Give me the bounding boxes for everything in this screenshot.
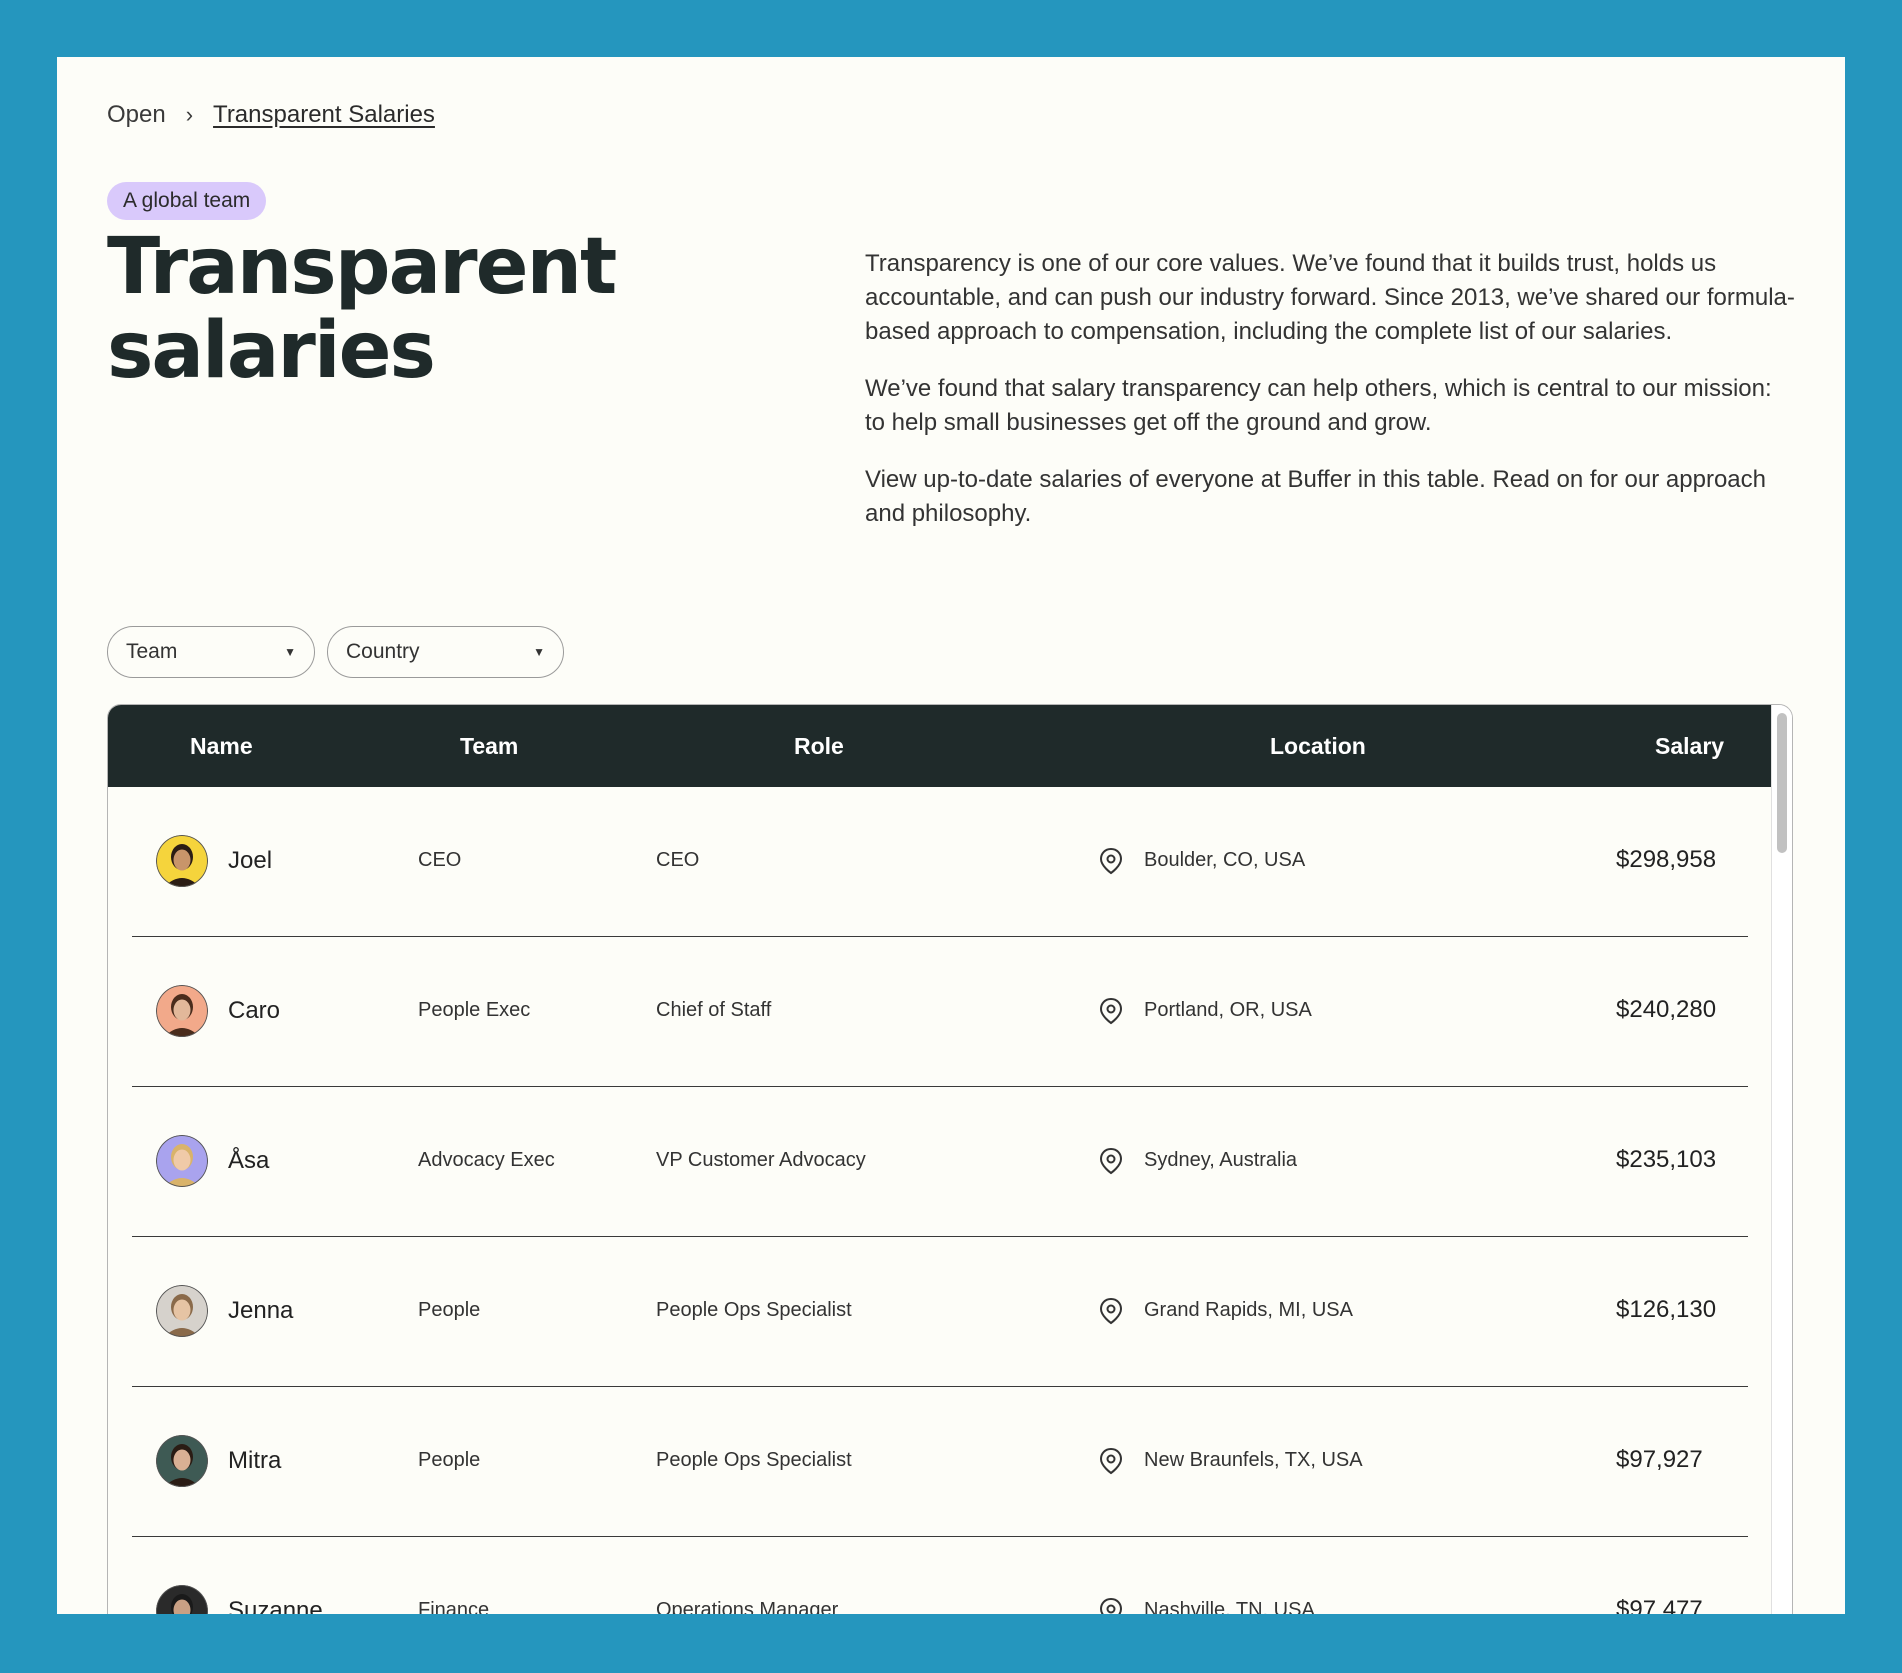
employee-location: New Braunfels, TX, USA xyxy=(1144,1449,1363,1471)
table-row[interactable]: Suzanne Finance Operations Manager Nashvill… xyxy=(108,1537,1772,1614)
employee-salary: $126,130 xyxy=(1616,1296,1717,1323)
employee-name: Suzanne xyxy=(228,1597,323,1614)
country-filter-dropdown[interactable]: Country ▼ xyxy=(327,626,564,678)
global-team-badge: A global team xyxy=(107,182,267,220)
location-pin-icon xyxy=(1098,847,1124,875)
breadcrumb: Open › Transparent Salaries xyxy=(107,101,435,129)
team-filter-label: Team xyxy=(126,640,178,663)
employee-salary: $240,280 xyxy=(1616,996,1717,1023)
avatar xyxy=(156,1435,208,1487)
table-row[interactable]: Caro People Exec Chief of Staff Portland, O… xyxy=(108,937,1772,1087)
team-filter-dropdown[interactable]: Team ▼ xyxy=(107,626,315,678)
employee-name: Mitra xyxy=(228,1447,282,1474)
table-header: Name Team Role Location Salary xyxy=(108,705,1772,787)
table-row[interactable]: Joel CEO CEO Boulder, CO, USA $298,958 xyxy=(108,787,1772,937)
country-filter-label: Country xyxy=(346,640,420,663)
breadcrumb-parent[interactable]: Open xyxy=(107,101,166,129)
employee-salary: $235,103 xyxy=(1616,1146,1717,1173)
caret-down-icon: ▼ xyxy=(533,645,545,659)
table-row[interactable]: Jenna People People Ops Specialist Grand Ra… xyxy=(108,1237,1772,1387)
avatar xyxy=(156,985,208,1037)
employee-role: Chief of Staff xyxy=(656,999,772,1021)
employee-location: Portland, OR, USA xyxy=(1144,999,1312,1021)
employee-salary: $97,477 xyxy=(1616,1596,1703,1614)
employee-name: Joel xyxy=(228,847,273,874)
intro-paragraph: Transparency is one of our core values. … xyxy=(865,250,1795,345)
intro-paragraph: View up-to-date salaries of everyone at … xyxy=(865,466,1766,527)
caret-down-icon: ▼ xyxy=(284,645,296,659)
location-pin-icon xyxy=(1098,1597,1124,1614)
employee-name: Caro xyxy=(228,997,281,1024)
salary-table: Name Team Role Location Salary Joel CEO CE… xyxy=(107,704,1793,1614)
filter-bar: Team ▼ Country ▼ xyxy=(107,626,564,678)
avatar xyxy=(156,1585,208,1614)
employee-team: People xyxy=(418,1299,481,1321)
employee-role: People Ops Specialist xyxy=(656,1299,852,1321)
employee-salary: $298,958 xyxy=(1616,846,1717,873)
employee-location: Boulder, CO, USA xyxy=(1144,849,1306,871)
employee-location: Grand Rapids, MI, USA xyxy=(1144,1299,1353,1321)
header-location[interactable]: Location xyxy=(1270,733,1366,760)
header-role[interactable]: Role xyxy=(794,733,844,760)
employee-salary: $97,927 xyxy=(1616,1446,1703,1473)
avatar xyxy=(156,1285,208,1337)
page-card: Open › Transparent Salaries A global tea… xyxy=(57,57,1845,1614)
avatar xyxy=(156,835,208,887)
avatar xyxy=(156,1135,208,1187)
table-row[interactable]: Åsa Advocacy Exec VP Customer Advocacy Sydn… xyxy=(108,1087,1772,1237)
intro-text: Transparency is one of our core values. … xyxy=(865,247,1795,554)
employee-name: Åsa xyxy=(228,1147,270,1174)
employee-location: Nashville, TN, USA xyxy=(1144,1599,1315,1614)
scrollbar-thumb[interactable] xyxy=(1777,713,1787,853)
scrollbar[interactable] xyxy=(1771,705,1792,1614)
chevron-right-icon: › xyxy=(185,102,194,127)
employee-team: Finance xyxy=(418,1599,490,1614)
employee-name: Jenna xyxy=(228,1297,294,1324)
employee-team: People Exec xyxy=(418,999,531,1021)
intro-paragraph: We’ve found that salary transparency can… xyxy=(865,375,1772,436)
employee-location: Sydney, Australia xyxy=(1144,1149,1298,1171)
employee-role: People Ops Specialist xyxy=(656,1449,852,1471)
employee-team: Advocacy Exec xyxy=(418,1149,555,1171)
breadcrumb-current-link[interactable]: Transparent Salaries xyxy=(213,101,435,129)
header-salary[interactable]: Salary xyxy=(1655,733,1724,760)
location-pin-icon xyxy=(1098,1297,1124,1325)
location-pin-icon xyxy=(1098,1447,1124,1475)
page-title: Transparent salaries xyxy=(107,222,617,396)
header-name[interactable]: Name xyxy=(190,733,253,760)
location-pin-icon xyxy=(1098,1147,1124,1175)
employee-team: People xyxy=(418,1449,481,1471)
employee-role: Operations Manager xyxy=(656,1599,839,1614)
employee-role: CEO xyxy=(656,849,700,871)
employee-team: CEO xyxy=(418,849,462,871)
employee-role: VP Customer Advocacy xyxy=(656,1149,866,1171)
header-team[interactable]: Team xyxy=(460,733,518,760)
location-pin-icon xyxy=(1098,997,1124,1025)
table-row[interactable]: Mitra People People Ops Specialist New Brau… xyxy=(108,1387,1772,1537)
